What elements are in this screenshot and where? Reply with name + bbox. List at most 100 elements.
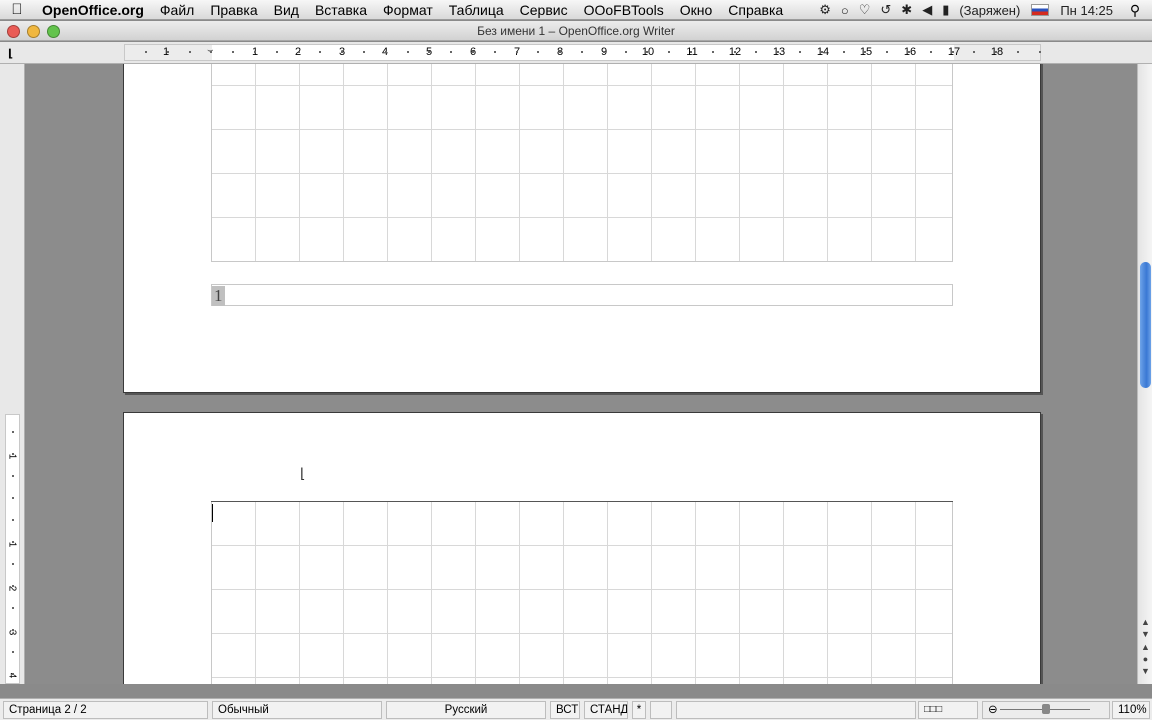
vertical-ruler-tick [12,629,14,631]
menu-edit[interactable]: Правка [202,2,265,18]
ruler-tick [319,51,322,53]
vertical-ruler-bar: 1 1 2 3 4 [0,64,25,684]
ruler-tick [624,51,627,53]
text-cursor-ibeam-icon: ⌊ [300,465,306,481]
vertical-ruler-tick [12,497,14,499]
status-selection-mode[interactable]: СТАНД [584,701,628,719]
battery-status[interactable]: (Заряжен) [954,3,1025,18]
status-page[interactable]: Страница 2 / 2 [3,701,208,719]
status-page-style[interactable]: Обычный [212,701,382,719]
window-title: Без имени 1 – OpenOffice.org Writer [477,24,675,38]
ruler-tick [210,51,213,53]
ruler-label: 16 [903,46,917,58]
vertical-ruler-tick [12,519,14,521]
vertical-ruler-tick [12,651,14,653]
wifi-icon[interactable]: ♡ [854,2,876,18]
page-1-footer[interactable]: 1 [211,284,953,306]
ruler-tick [581,51,583,53]
status-language[interactable]: Русский [386,701,546,719]
ruler-tick [188,51,191,53]
ruler-tick [711,51,714,53]
scrollbar-thumb[interactable] [1140,262,1151,388]
ruler-tick [166,51,169,53]
ruler-tick [363,51,365,53]
menu-view[interactable]: Вид [266,2,307,18]
status-modified[interactable]: * [632,701,646,719]
ruler-tick [428,51,431,53]
ruler-tick [472,51,474,53]
battery-icon[interactable]: ▮ [937,2,954,18]
ruler-tick [254,51,256,53]
menu-bar:  OpenOffice.org Файл Правка Вид Вставка… [0,0,1152,20]
ruler-tick [973,51,976,53]
page-2-text-body[interactable] [211,502,953,684]
ruler-tick [297,51,300,53]
vertical-ruler[interactable]: 1 1 2 3 4 [5,414,20,684]
time-machine-icon[interactable]: ↺ [875,2,896,18]
status-digital-signature[interactable] [650,701,672,719]
zoom-slider-knob[interactable] [1042,704,1050,714]
menu-app-name[interactable]: OpenOffice.org [34,2,152,18]
ruler-tick [493,51,496,53]
ruler-label: 14 [816,46,830,58]
ruler-tick [406,51,409,53]
horizontal-ruler-bar: ⌊ ⌣ 1 1 2 3 4 5 6 7 8 9 10 11 12 13 14 1… [0,42,1152,64]
bluetooth-icon[interactable]: ✱ [896,2,917,18]
page-1-text-body[interactable] [211,64,953,262]
menu-tools[interactable]: Сервис [512,2,576,18]
ruler-tick [777,51,780,53]
horizontal-ruler[interactable]: ⌣ 1 1 2 3 4 5 6 7 8 9 10 11 12 13 14 15 … [124,44,1041,61]
apple-icon[interactable]:  [0,1,34,18]
document-area[interactable]: 1 ⌊ [26,64,1137,684]
input-language-flag-icon[interactable] [1031,4,1050,16]
vertical-ruler-tick [12,453,14,455]
ruler-tick [232,51,235,53]
ruler-tick [799,51,801,53]
window-title-bar: Без имени 1 – OpenOffice.org Writer [0,21,1152,41]
menu-window[interactable]: Окно [672,2,721,18]
page-2[interactable]: ⌊ [123,412,1041,684]
ruler-tick [602,51,605,53]
ruler-tick [820,51,823,53]
menu-insert[interactable]: Вставка [307,2,375,18]
ruler-tick [733,51,736,53]
menu-help[interactable]: Справка [720,2,791,18]
ruler-tick [995,51,998,53]
ruler-tick [690,51,692,53]
status-insert-mode[interactable]: ВСТ [550,701,580,719]
scroll-up-icon[interactable]: ▲ [1139,616,1152,628]
scroll-down-icon[interactable]: ▼ [1139,628,1152,640]
menu-ooofbtools[interactable]: OOoFBTools [576,2,672,18]
status-object-info [676,701,916,719]
ruler-tick [864,51,867,53]
volume-icon[interactable]: ◀ [917,2,937,18]
menu-clock[interactable]: Пн 14:25 [1055,3,1118,18]
view-layout-icons[interactable]: □□□ [918,701,978,719]
ruler-tick [1038,51,1041,53]
menu-file[interactable]: Файл [152,2,202,18]
page-1[interactable]: 1 [123,64,1041,393]
ruler-tick [559,51,562,53]
chat-icon[interactable]: ○ [836,3,854,18]
ruler-tick [929,51,932,53]
tab-type-icon[interactable]: ⌊ [8,47,13,60]
ruler-tick [515,51,518,53]
spotlight-icon[interactable]: ⚲ [1118,2,1152,19]
menu-table[interactable]: Таблица [441,2,512,18]
ruler-tick [537,51,540,53]
previous-page-icon[interactable]: ▲ [1139,641,1152,653]
ruler-tick [145,51,147,53]
ruler-tick [668,51,671,53]
vertical-ruler-tick [12,563,14,565]
vertical-ruler-tick [12,541,14,543]
gear-status-icon[interactable]: ⚙ [814,2,836,18]
vertical-ruler-tick [12,475,14,477]
ruler-tick [908,51,910,53]
next-page-icon[interactable]: ▼ [1139,665,1152,677]
status-bar: Страница 2 / 2 Обычный Русский ВСТ СТАНД… [0,698,1152,720]
menu-format[interactable]: Формат [375,2,441,18]
footer-page-number: 1 [212,286,225,306]
status-zoom[interactable]: 110% [1112,701,1150,719]
vertical-scrollbar[interactable]: ▲ ▼ ▲ ● ▼ [1137,64,1152,684]
navigator-icon[interactable]: ● [1139,653,1152,665]
